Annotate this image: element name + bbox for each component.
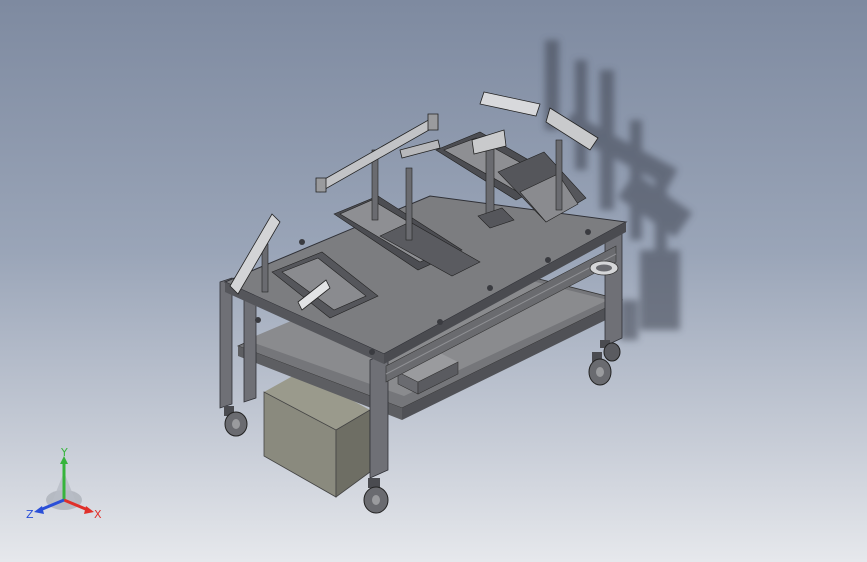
cup-holder <box>589 260 619 276</box>
fixture-cart-model[interactable] <box>0 0 867 562</box>
orientation-triad: Y X Z <box>26 448 102 521</box>
z-axis-label: Z <box>26 508 34 521</box>
cad-viewport[interactable]: Y X Z <box>0 0 867 562</box>
x-axis-label: X <box>94 508 102 521</box>
y-axis-label: Y <box>60 448 68 459</box>
